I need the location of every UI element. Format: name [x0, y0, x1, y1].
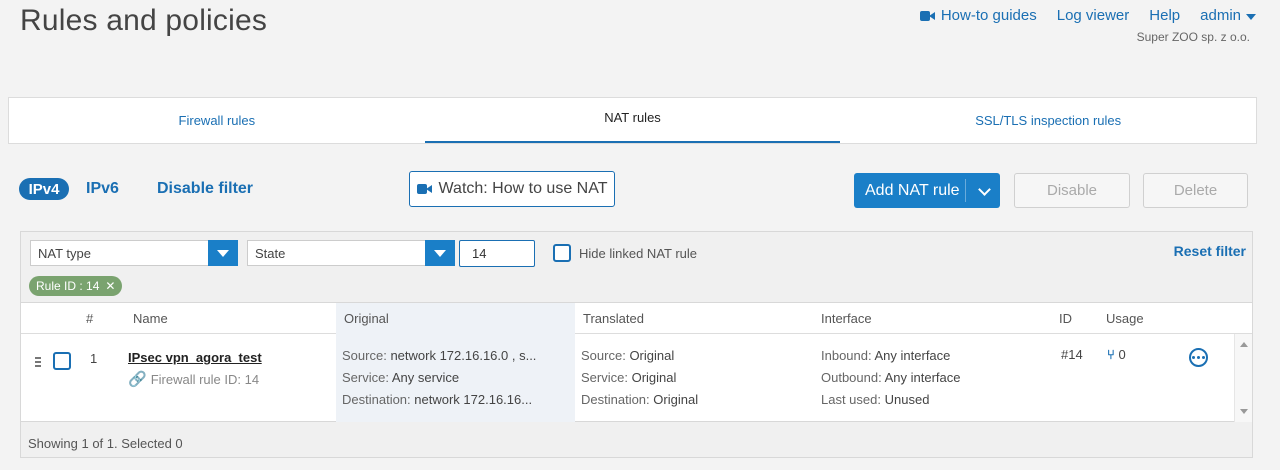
inbound-label: Inbound:	[821, 348, 872, 363]
rules-panel: NAT type State 14 Hide linked NAT rule R…	[20, 231, 1253, 458]
organization-name: Super ZOO sp. z o.o.	[1136, 30, 1250, 44]
watch-how-to-use-nat-button[interactable]: Watch: How to use NAT	[409, 171, 615, 207]
chevron-down-icon[interactable]	[978, 183, 991, 196]
original-source: network 172.16.16.0 , s...	[390, 348, 537, 363]
video-camera-icon	[919, 10, 935, 21]
original-service: Any service	[391, 370, 460, 385]
column-header-number[interactable]: #	[78, 303, 93, 334]
tab-nat-rules[interactable]: NAT rules	[424, 98, 841, 143]
watch-button-label: Watch: How to use NAT	[438, 180, 608, 197]
nat-type-value: NAT type	[38, 245, 91, 261]
translated-destination: Original	[653, 392, 699, 407]
column-header-translated[interactable]: Translated	[575, 303, 644, 334]
column-header-id[interactable]: ID	[1051, 303, 1072, 334]
drag-handle-icon[interactable]	[35, 357, 41, 369]
reset-filter-link[interactable]: Reset filter	[1174, 243, 1246, 259]
nat-rules-table: # Name Original Translated Interface ID …	[21, 302, 1252, 422]
rule-id-input[interactable]: 14	[459, 240, 535, 267]
add-nat-rule-label: Add NAT rule	[865, 181, 960, 199]
more-options-icon[interactable]	[1189, 348, 1208, 367]
name-cell: IPsec vpn_agora_test 🔗 Firewall rule ID:…	[122, 334, 336, 422]
disable-button[interactable]: Disable	[1014, 173, 1130, 208]
ipv6-toggle[interactable]: IPv6	[86, 180, 119, 198]
help-link[interactable]: Help	[1149, 7, 1180, 24]
last-used-value: Unused	[884, 392, 930, 407]
interface-cell: Inbound: Any interface Outbound: Any int…	[815, 334, 1051, 422]
original-service-label: Service:	[342, 370, 389, 385]
row-checkbox[interactable]	[53, 352, 71, 370]
table-header: # Name Original Translated Interface ID …	[21, 303, 1252, 334]
row-number: 1	[90, 351, 98, 366]
log-viewer-link[interactable]: Log viewer	[1057, 7, 1130, 24]
nat-type-select[interactable]: NAT type	[30, 240, 238, 266]
rule-id: #14	[1061, 347, 1083, 362]
filter-chip: Rule ID : 14 ✕	[29, 276, 123, 296]
disable-filter-link[interactable]: Disable filter	[157, 180, 253, 198]
original-destination: network 172.16.16...	[414, 392, 533, 407]
user-menu[interactable]: admin	[1200, 7, 1256, 24]
usage-count: 0	[1118, 347, 1126, 362]
scroll-down-icon[interactable]	[1240, 409, 1248, 414]
tab-ssl-tls-inspection-rules[interactable]: SSL/TLS inspection rules	[840, 98, 1256, 143]
outbound-label: Outbound:	[821, 370, 882, 385]
dropdown-arrow-icon[interactable]	[425, 240, 455, 266]
add-nat-rule-button[interactable]: Add NAT rule	[854, 173, 1000, 208]
translated-cell: Source: Original Service: Original Desti…	[575, 334, 813, 422]
column-header-interface[interactable]: Interface	[813, 303, 872, 334]
table-row[interactable]: 1 IPsec vpn_agora_test 🔗 Firewall rule I…	[21, 334, 1233, 422]
rule-name-link[interactable]: IPsec vpn_agora_test	[128, 350, 262, 365]
translated-source: Original	[629, 348, 675, 363]
ipv4-toggle[interactable]: IPv4	[19, 178, 69, 200]
firewall-rule-label: Firewall rule ID: 14	[150, 372, 260, 387]
close-icon[interactable]: ✕	[105, 279, 115, 293]
translated-source-label: Source:	[581, 348, 626, 363]
user-name: admin	[1200, 7, 1241, 24]
rule-tabs: Firewall rules NAT rules SSL/TLS inspect…	[8, 97, 1257, 144]
translated-service: Original	[631, 370, 677, 385]
dropdown-arrow-icon[interactable]	[208, 240, 238, 266]
how-to-guides-link[interactable]: How-to guides	[919, 7, 1037, 24]
firewall-rule-link[interactable]: 🔗 Firewall rule ID: 14	[128, 369, 336, 391]
caret-down-icon	[1246, 13, 1256, 20]
original-cell: Source: network 172.16.16.0 , s... Servi…	[336, 334, 575, 422]
table-status: Showing 1 of 1. Selected 0	[28, 436, 183, 451]
hide-linked-label: Hide linked NAT rule	[579, 246, 698, 261]
translated-destination-label: Destination:	[581, 392, 650, 407]
row-number-cell: 1	[84, 334, 114, 422]
table-scrollbar[interactable]	[1234, 334, 1252, 422]
original-destination-label: Destination:	[342, 392, 411, 407]
filter-chip-label: Rule ID : 14	[36, 279, 100, 293]
video-camera-icon	[416, 184, 432, 194]
how-to-guides-label: How-to guides	[940, 7, 1037, 24]
column-header-original[interactable]: Original	[336, 303, 575, 334]
page-title: Rules and policies	[20, 4, 268, 37]
state-value: State	[255, 245, 286, 261]
delete-button[interactable]: Delete	[1143, 173, 1248, 208]
translated-service-label: Service:	[581, 370, 628, 385]
original-source-label: Source:	[342, 348, 387, 363]
inbound-value: Any interface	[874, 348, 951, 363]
hide-linked-checkbox[interactable]	[553, 244, 571, 262]
top-nav: How-to guides Log viewer Help admin	[919, 7, 1256, 24]
link-icon: 🔗	[128, 371, 147, 388]
column-header-usage[interactable]: Usage	[1098, 303, 1144, 334]
usage-cell: ⑂ 0	[1101, 334, 1171, 422]
outbound-value: Any interface	[884, 370, 961, 385]
scroll-up-icon[interactable]	[1240, 342, 1248, 347]
column-header-name[interactable]: Name	[125, 303, 168, 334]
state-select[interactable]: State	[247, 240, 455, 266]
usage-branch-icon: ⑂	[1107, 347, 1115, 362]
tab-firewall-rules[interactable]: Firewall rules	[9, 98, 425, 143]
id-cell: #14	[1055, 334, 1099, 422]
last-used-label: Last used:	[821, 392, 881, 407]
